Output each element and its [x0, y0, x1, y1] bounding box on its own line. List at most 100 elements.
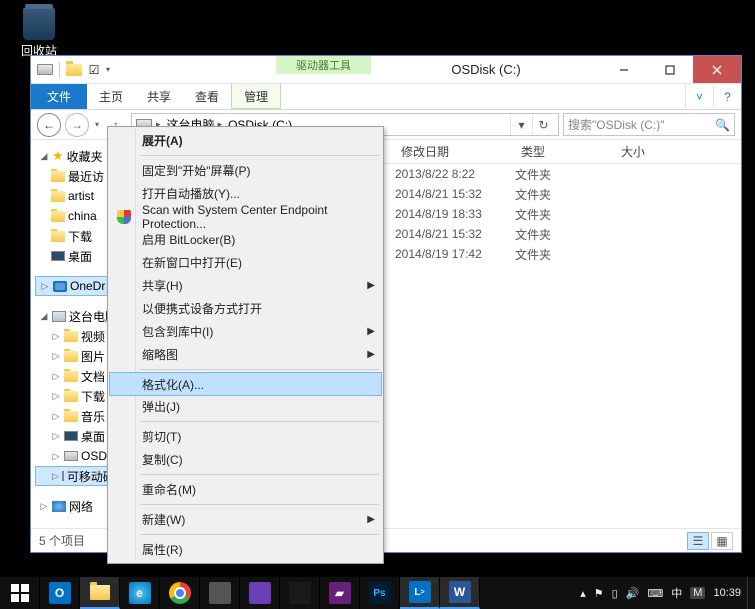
menu-item-label: 缩略图: [142, 346, 178, 363]
search-icon: 🔍: [715, 118, 730, 132]
menu-item-label: 重命名(M): [142, 481, 196, 498]
taskbar-vs[interactable]: ▰: [320, 577, 360, 609]
menu-item-label: 剪切(T): [142, 428, 181, 445]
menu-item-label: 展开(A): [142, 132, 183, 149]
tray-up-icon[interactable]: ▴: [580, 587, 586, 600]
menu-item[interactable]: 展开(A): [110, 129, 381, 152]
taskbar-explorer[interactable]: [80, 577, 120, 609]
taskbar-chrome[interactable]: [160, 577, 200, 609]
menu-item[interactable]: 以便携式设备方式打开: [110, 297, 381, 320]
refresh-button[interactable]: ↻: [532, 114, 554, 135]
desktop-icon: [51, 251, 65, 261]
tab-manage[interactable]: 管理: [231, 84, 281, 109]
taskbar-app[interactable]: [200, 577, 240, 609]
menu-item[interactable]: Scan with System Center Endpoint Protect…: [110, 205, 381, 228]
network-icon: [52, 501, 66, 512]
folder-icon: [90, 585, 110, 600]
help-icon[interactable]: ?: [713, 84, 741, 109]
col-date[interactable]: 修改日期: [395, 143, 515, 160]
folder-icon: [64, 331, 78, 342]
pc-icon: [52, 311, 66, 322]
menu-item[interactable]: 复制(C): [110, 448, 381, 471]
ribbon-toggle-icon[interactable]: ˅: [685, 84, 713, 109]
clock[interactable]: 10:39: [713, 587, 741, 599]
tab-view[interactable]: 查看: [183, 84, 231, 109]
folder-icon: [64, 371, 78, 382]
taskbar-word[interactable]: W: [440, 577, 480, 609]
menu-item-label: 新建(W): [142, 511, 185, 528]
recycle-bin-icon: [23, 8, 55, 40]
menu-item[interactable]: 剪切(T): [110, 425, 381, 448]
menu-item[interactable]: 在新窗口中打开(E): [110, 251, 381, 274]
menu-item-label: 以便携式设备方式打开: [142, 300, 262, 317]
window-title: OSDisk (C:): [371, 62, 601, 77]
tab-file[interactable]: 文件: [31, 84, 87, 109]
menu-separator: [140, 534, 379, 535]
ime-lang[interactable]: 中: [671, 585, 682, 601]
volume-icon[interactable]: 🔊: [626, 587, 640, 600]
taskbar-app[interactable]: [240, 577, 280, 609]
taskbar: O e ▰ Ps L> W ▴ ⚑ ▯ 🔊 ⌨ 中 M 10:39: [0, 577, 755, 609]
drive-icon: [64, 451, 78, 461]
tab-share[interactable]: 共享: [135, 84, 183, 109]
menu-item[interactable]: 属性(R): [110, 538, 381, 561]
qat-properties-icon[interactable]: ☑: [86, 62, 102, 78]
chevron-right-icon: ▶: [367, 280, 375, 291]
chevron-right-icon: ▶: [367, 349, 375, 360]
network-icon[interactable]: ▯: [612, 587, 618, 600]
menu-item-label: 打开自动播放(Y)...: [142, 185, 240, 202]
ime-mode[interactable]: M: [690, 587, 705, 599]
taskbar-app[interactable]: [280, 577, 320, 609]
view-icons-button[interactable]: ▦: [711, 532, 733, 550]
search-input[interactable]: 搜索"OSDisk (C:)" 🔍: [563, 113, 735, 136]
address-dropdown[interactable]: ▾: [510, 114, 532, 135]
onedrive-icon: [53, 281, 67, 292]
minimize-button[interactable]: [601, 56, 647, 83]
folder-icon: [51, 231, 65, 242]
menu-item[interactable]: 固定到"开始"屏幕(P): [110, 159, 381, 182]
chevron-right-icon: ▶: [367, 326, 375, 337]
folder-icon: [64, 351, 78, 362]
chevron-right-icon: ▶: [367, 514, 375, 525]
folder-icon: [64, 391, 78, 402]
system-tray[interactable]: ▴ ⚑ ▯ 🔊 ⌨ 中 M 10:39: [574, 577, 747, 609]
qat-dropdown[interactable]: ▾: [106, 65, 110, 74]
ime-icon[interactable]: ⌨: [647, 587, 663, 600]
menu-item[interactable]: 重命名(M): [110, 478, 381, 501]
tab-home[interactable]: 主页: [87, 84, 135, 109]
context-menu: 展开(A) 固定到"开始"屏幕(P) 打开自动播放(Y)... Scan with S…: [107, 126, 384, 564]
back-button[interactable]: ←: [37, 113, 61, 137]
qat-folder-icon[interactable]: [66, 62, 82, 78]
view-details-button[interactable]: ☰: [687, 532, 709, 550]
menu-item[interactable]: 包含到库中(I)▶: [110, 320, 381, 343]
titlebar[interactable]: ☑ ▾ 驱动器工具 OSDisk (C:): [31, 56, 741, 84]
menu-item[interactable]: 格式化(A)...: [109, 372, 382, 396]
taskbar-ie[interactable]: e: [120, 577, 160, 609]
menu-item[interactable]: 弹出(J): [110, 395, 381, 418]
show-desktop-button[interactable]: [747, 577, 755, 609]
menu-item-label: 弹出(J): [142, 398, 180, 415]
menu-separator: [140, 155, 379, 156]
menu-item-label: 格式化(A)...: [142, 376, 204, 393]
item-count: 5 个项目: [39, 532, 85, 549]
history-dropdown[interactable]: ▾: [93, 120, 101, 129]
menu-item-label: 复制(C): [142, 451, 183, 468]
col-size[interactable]: 大小: [615, 143, 695, 160]
col-type[interactable]: 类型: [515, 143, 615, 160]
taskbar-outlook[interactable]: O: [40, 577, 80, 609]
recycle-bin[interactable]: 回收站: [18, 8, 60, 59]
flag-icon[interactable]: ⚑: [594, 587, 604, 600]
taskbar-lync[interactable]: L>: [400, 577, 440, 609]
menu-item[interactable]: 启用 BitLocker(B): [110, 228, 381, 251]
maximize-button[interactable]: [647, 56, 693, 83]
folder-icon: [64, 411, 78, 422]
close-button[interactable]: [693, 56, 741, 83]
menu-item-label: 在新窗口中打开(E): [142, 254, 242, 271]
forward-button[interactable]: →: [65, 113, 89, 137]
start-button[interactable]: [0, 577, 40, 609]
taskbar-ps[interactable]: Ps: [360, 577, 400, 609]
menu-item-label: 属性(R): [142, 541, 183, 558]
menu-item[interactable]: 缩略图 ▶: [110, 343, 381, 366]
menu-item[interactable]: 新建(W) ▶: [110, 508, 381, 531]
menu-item[interactable]: 共享(H)▶: [110, 274, 381, 297]
